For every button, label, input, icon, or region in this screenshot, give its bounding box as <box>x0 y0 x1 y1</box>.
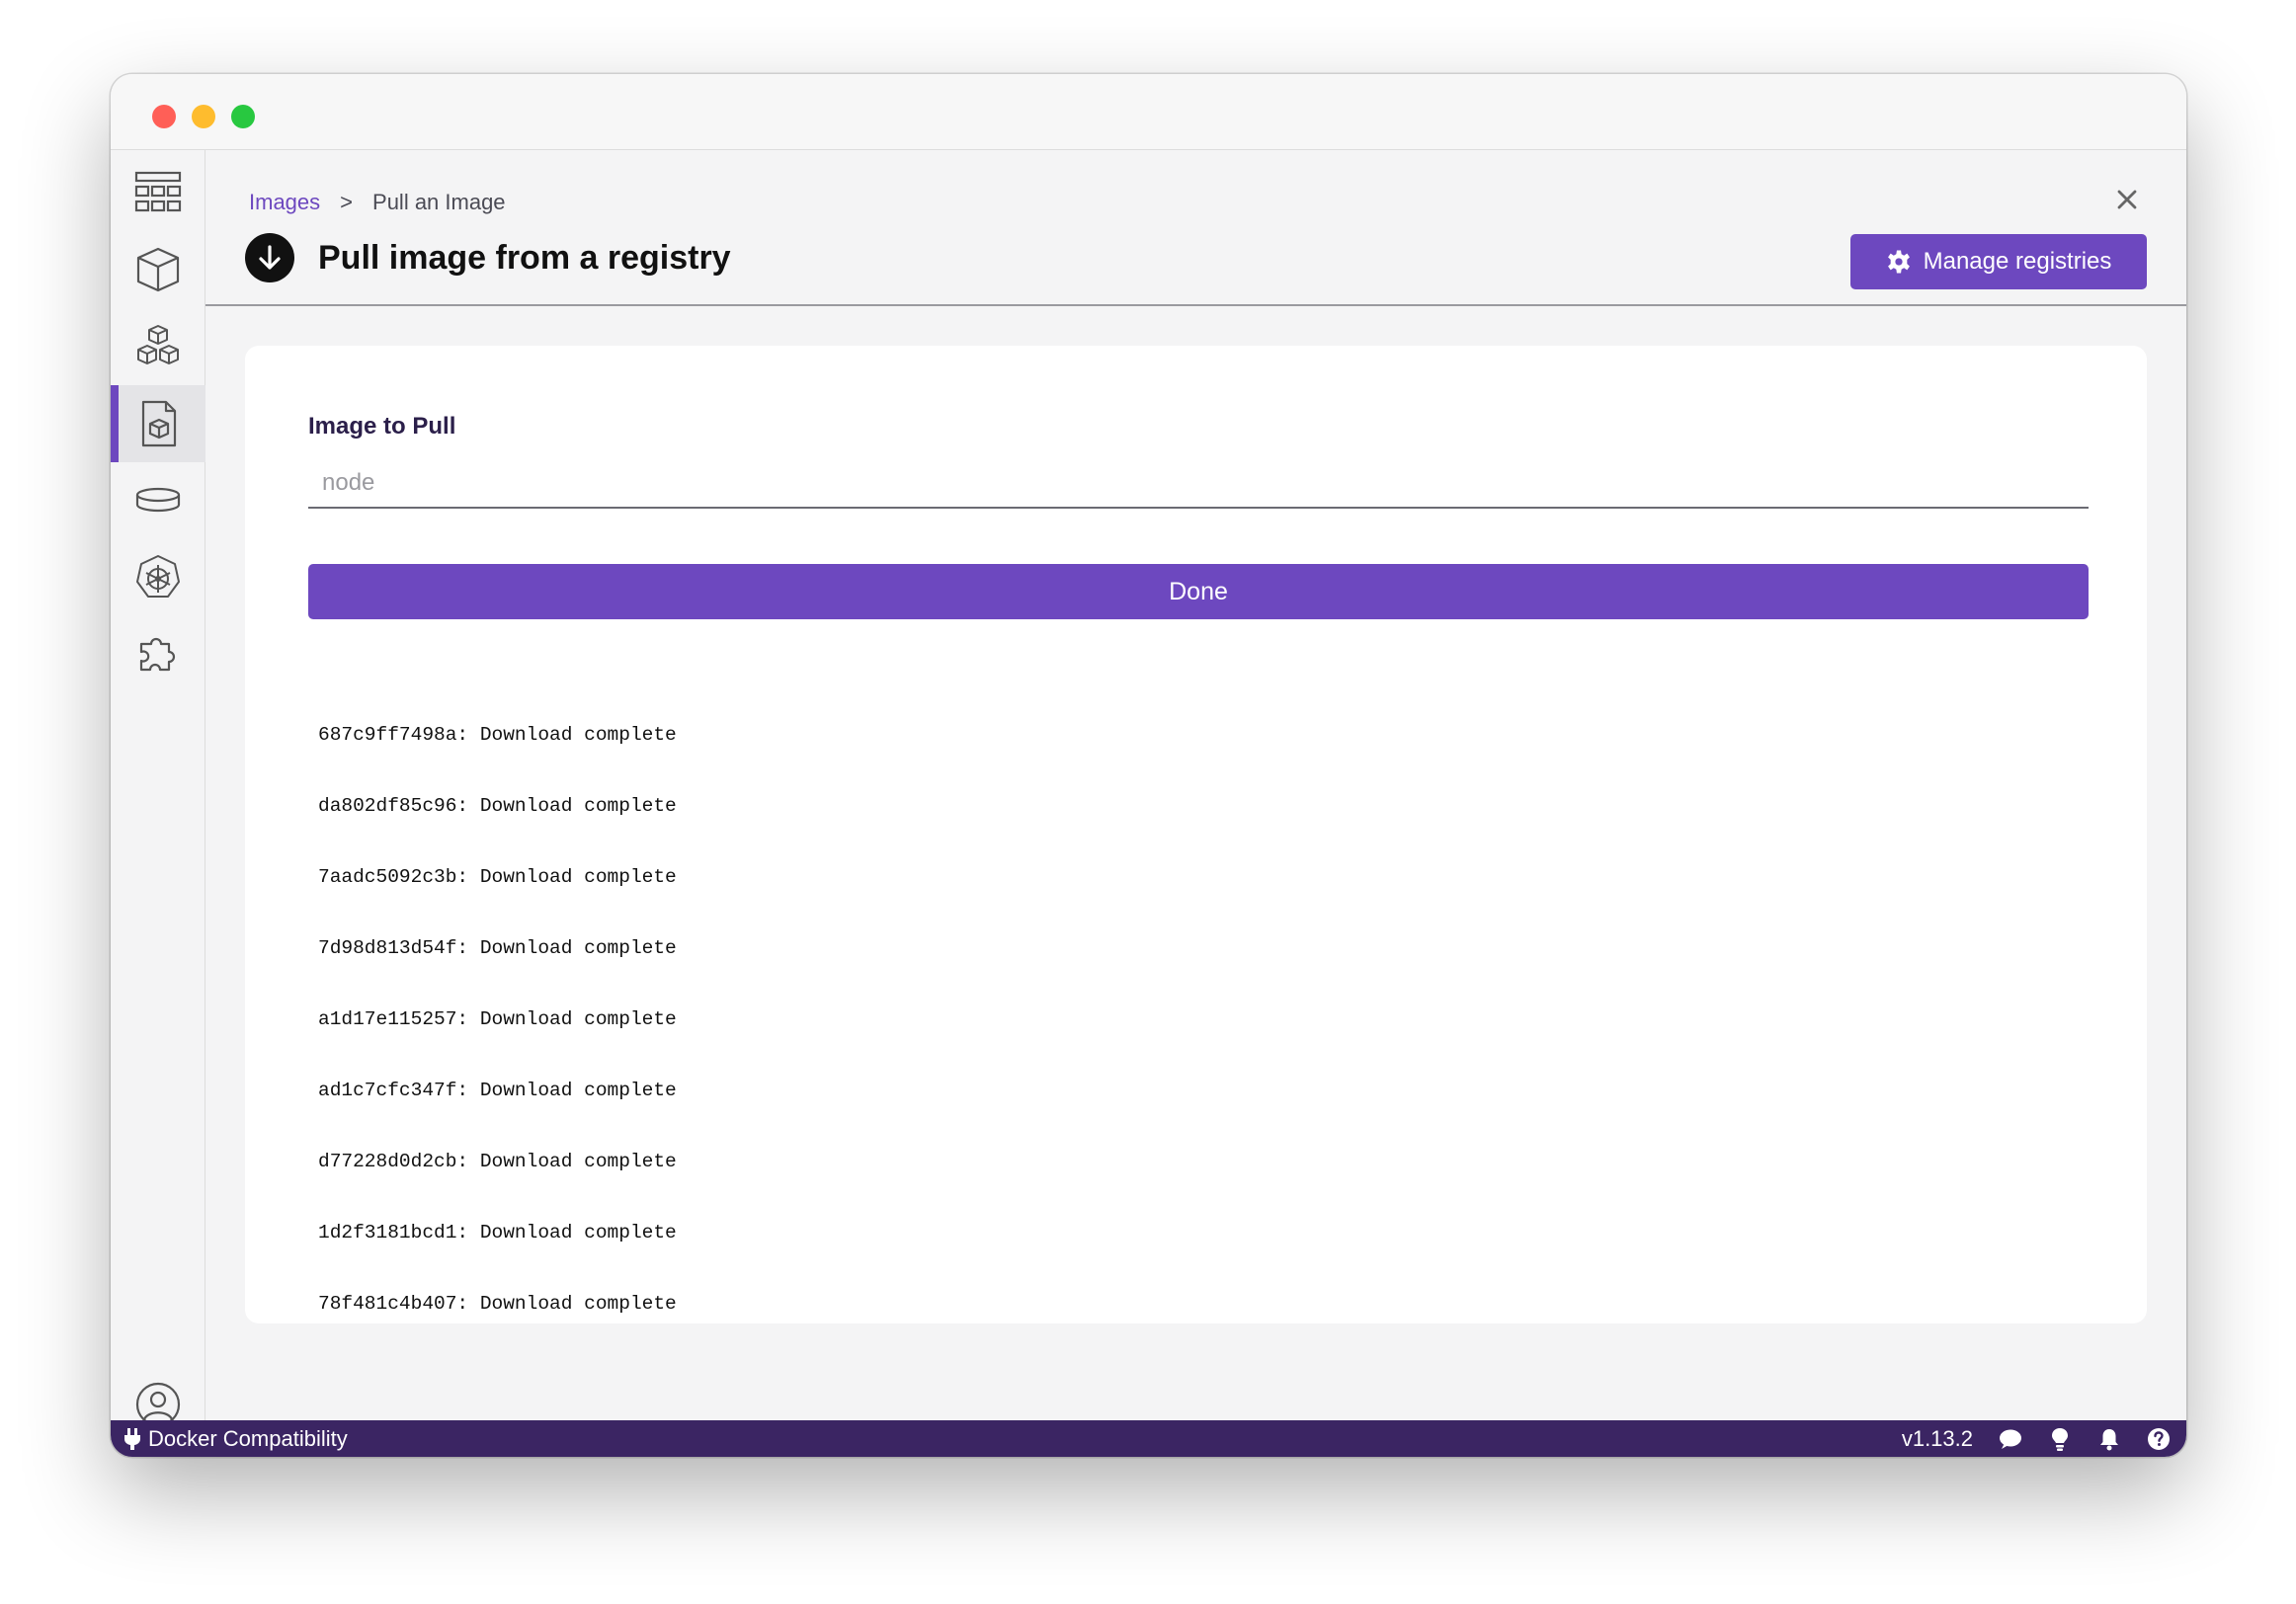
help-icon <box>2148 1427 2170 1450</box>
docker-compatibility-label: Docker Compatibility <box>148 1425 348 1451</box>
sidebar <box>111 150 205 1427</box>
main-content: Images > Pull an Image Pull image from a… <box>205 150 2186 1420</box>
sidebar-item-pods[interactable] <box>111 308 205 385</box>
docker-compatibility-status[interactable]: Docker Compatibility <box>124 1420 348 1457</box>
log-line: da802df85c96: Download complete <box>318 795 677 817</box>
chat-icon <box>2000 1429 2021 1449</box>
tips-button[interactable] <box>2048 1427 2072 1451</box>
dashboard-icon <box>134 171 182 212</box>
close-icon <box>2117 190 2137 209</box>
log-line: d77228d0d2cb: Download complete <box>318 1151 677 1172</box>
breadcrumb-separator: > <box>340 190 354 214</box>
pods-icon <box>137 325 179 364</box>
gear-icon <box>1887 250 1910 274</box>
sidebar-item-extensions[interactable] <box>111 616 205 693</box>
sidebar-item-dashboard[interactable] <box>111 154 205 231</box>
status-bar: Docker Compatibility v1.13.2 <box>111 1420 2186 1457</box>
title-row: Pull image from a registry <box>245 233 731 282</box>
status-right: v1.13.2 <box>1902 1420 2171 1457</box>
close-window-button[interactable] <box>152 105 176 128</box>
bell-icon <box>2100 1428 2118 1450</box>
pull-log: 687c9ff7498a: Download complete da802df8… <box>318 676 677 1363</box>
sidebar-item-images[interactable] <box>111 385 205 462</box>
lightbulb-icon <box>2052 1427 2068 1451</box>
sidebar-item-kubernetes[interactable] <box>111 539 205 616</box>
kubernetes-icon <box>136 555 180 598</box>
breadcrumb: Images > Pull an Image <box>249 190 506 215</box>
log-line: 7aadc5092c3b: Download complete <box>318 866 677 888</box>
minimize-window-button[interactable] <box>192 105 215 128</box>
sidebar-item-containers[interactable] <box>111 231 205 308</box>
feedback-button[interactable] <box>1999 1427 2022 1451</box>
breadcrumb-current: Pull an Image <box>372 190 506 214</box>
image-to-pull-label: Image to Pull <box>308 413 456 440</box>
manage-registries-button[interactable]: Manage registries <box>1850 234 2147 289</box>
log-line: 7d98d813d54f: Download complete <box>318 937 677 959</box>
sidebar-item-volumes[interactable] <box>111 462 205 539</box>
page-title: Pull image from a registry <box>318 238 731 277</box>
page-header: Images > Pull an Image Pull image from a… <box>205 150 2186 306</box>
image-name-input[interactable] <box>308 459 2089 509</box>
log-line: 1d2f3181bcd1: Download complete <box>318 1222 677 1243</box>
images-icon <box>141 400 177 447</box>
extensions-icon <box>139 637 176 672</box>
done-button[interactable]: Done <box>308 564 2089 619</box>
notifications-button[interactable] <box>2097 1427 2121 1451</box>
log-line: ad1c7cfc347f: Download complete <box>318 1080 677 1101</box>
log-line: 78f481c4b407: Download complete <box>318 1293 677 1315</box>
volumes-icon <box>135 487 181 513</box>
log-line: 687c9ff7498a: Download complete <box>318 724 677 746</box>
download-icon <box>245 233 294 282</box>
help-button[interactable] <box>2147 1427 2171 1451</box>
close-page-button[interactable] <box>2111 184 2143 215</box>
log-line: a1d17e115257: Download complete <box>318 1008 677 1030</box>
plug-icon <box>124 1427 140 1450</box>
maximize-window-button[interactable] <box>231 105 255 128</box>
pull-image-card: Image to Pull Done 687c9ff7498a: Downloa… <box>245 346 2147 1323</box>
app-window: Images > Pull an Image Pull image from a… <box>111 74 2186 1457</box>
breadcrumb-images-link[interactable]: Images <box>249 190 320 215</box>
version-label: v1.13.2 <box>1901 1425 1973 1451</box>
title-bar <box>111 74 2186 150</box>
containers-icon <box>136 247 180 292</box>
manage-registries-label: Manage registries <box>1923 248 2112 275</box>
